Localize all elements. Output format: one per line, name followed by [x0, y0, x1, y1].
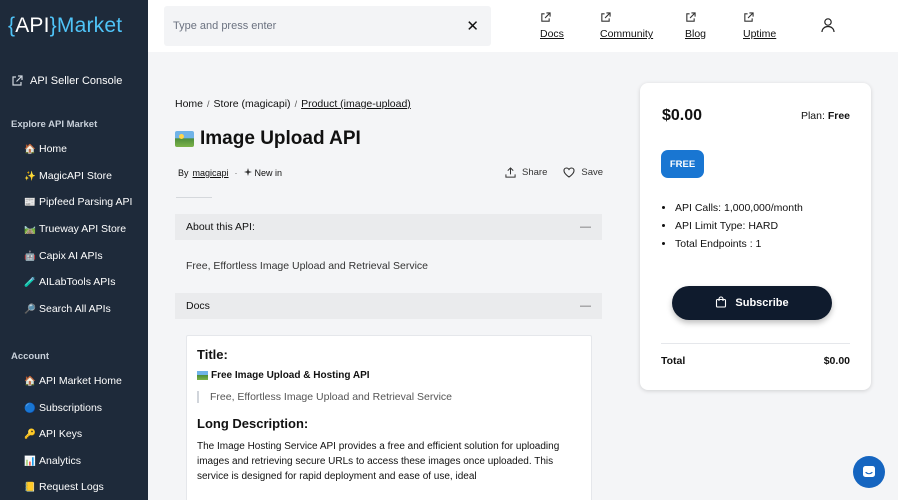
share-button[interactable]: Share: [505, 167, 547, 178]
total-label: Total: [661, 355, 686, 367]
sidebar-item-seller-console[interactable]: API Seller Console: [11, 75, 122, 87]
share-icon: [505, 167, 516, 178]
byline: By magicapi · New in: [178, 168, 283, 178]
top-bar: ✕ Docs Community Blog Uptime: [148, 0, 898, 52]
divider: [661, 343, 850, 344]
save-button[interactable]: Save: [563, 167, 603, 178]
sidebar: {API} Market API Seller Console Explore A…: [0, 0, 148, 500]
chat-icon: [863, 466, 875, 477]
account-heading: Account: [11, 351, 49, 362]
heart-icon: [563, 167, 575, 178]
sidebar-item-pipfeed[interactable]: 📰 Pipfeed Parsing API: [24, 196, 132, 208]
docs-subtitle: Free Image Upload & Hosting API: [197, 370, 581, 381]
logo[interactable]: {API} Market: [0, 0, 148, 52]
nav-link-community[interactable]: Community: [600, 12, 653, 40]
page-title: Image Upload API: [175, 128, 361, 150]
sidebar-item-magicapi-store[interactable]: ✨ MagicAPI Store: [24, 170, 112, 182]
external-link-icon: [11, 75, 23, 87]
clear-search-icon[interactable]: ✕: [466, 19, 479, 34]
price: $0.00: [662, 107, 703, 124]
pricing-card: $0.00 Plan: Free FREE API Calls: 1,000,0…: [640, 83, 871, 390]
subscribe-button[interactable]: Subscribe: [672, 286, 832, 320]
search-input[interactable]: [173, 20, 467, 32]
docs-long-text: The Image Hosting Service API provides a…: [197, 441, 560, 482]
sidebar-item-analytics[interactable]: 📊 Analytics: [24, 455, 81, 467]
nav-link-uptime[interactable]: Uptime: [743, 12, 776, 40]
docs-quote: Free, Effortless Image Upload and Retrie…: [197, 391, 581, 403]
breadcrumb-home[interactable]: Home: [175, 98, 203, 110]
about-accordion-header[interactable]: About this API: —: [175, 214, 602, 240]
sidebar-item-market-home[interactable]: 🏠 API Market Home: [24, 375, 122, 387]
sidebar-item-ailabtools[interactable]: 🧪 AILabTools APIs: [24, 276, 115, 288]
about-text: Free, Effortless Image Upload and Retrie…: [186, 260, 429, 272]
breadcrumb: Home / Store (magicapi) / Product (image…: [175, 98, 411, 110]
chat-launcher-button[interactable]: [853, 456, 885, 488]
author-link[interactable]: magicapi: [193, 168, 229, 178]
sidebar-item-request-logs[interactable]: 📒 Request Logs: [24, 481, 104, 493]
docs-title-heading: Title:: [197, 347, 228, 362]
divider: [176, 197, 212, 198]
docs-long-heading: Long Description:: [197, 416, 309, 431]
search-box: ✕: [164, 6, 491, 46]
external-link-icon: [685, 12, 696, 26]
shopping-bag-icon: [715, 295, 727, 311]
breadcrumb-current[interactable]: Product (image-upload): [301, 98, 411, 110]
plan-label: Plan: Free: [800, 110, 850, 122]
sidebar-item-trueway[interactable]: 🛤️ Trueway API Store: [24, 223, 126, 235]
product-actions: Share Save: [505, 167, 619, 178]
landscape-image-icon: [197, 371, 208, 380]
total-value: $0.00: [823, 355, 850, 367]
collapse-icon[interactable]: —: [580, 300, 591, 312]
external-link-icon: [600, 12, 611, 26]
nav-link-blog[interactable]: Blog: [685, 12, 706, 40]
nav-link-docs[interactable]: Docs: [540, 12, 564, 40]
external-link-icon: [743, 12, 754, 26]
landscape-image-icon: [175, 131, 194, 147]
docs-accordion-header[interactable]: Docs —: [175, 293, 602, 319]
plan-features: API Calls: 1,000,000/month API Limit Typ…: [675, 202, 803, 256]
free-plan-badge[interactable]: FREE: [661, 150, 704, 178]
breadcrumb-store[interactable]: Store (magicapi): [214, 98, 291, 110]
sidebar-item-home[interactable]: 🏠 Home: [24, 143, 67, 155]
sidebar-item-api-keys[interactable]: 🔑 API Keys: [24, 428, 82, 440]
user-icon[interactable]: [820, 17, 836, 33]
sidebar-item-search-all[interactable]: 🔎 Search All APIs: [24, 303, 111, 315]
new-in-label: New in: [254, 168, 283, 178]
feature-item: Total Endpoints : 1: [675, 238, 803, 250]
collapse-icon[interactable]: —: [580, 221, 591, 233]
explore-heading: Explore API Market: [11, 119, 98, 130]
sparkle-icon: [243, 168, 252, 178]
sidebar-item-capix[interactable]: 🤖 Capix AI APIs: [24, 250, 103, 262]
docs-content: Title: Free Image Upload & Hosting API F…: [186, 335, 592, 500]
feature-item: API Limit Type: HARD: [675, 220, 803, 232]
external-link-icon: [540, 12, 551, 26]
sidebar-item-subscriptions[interactable]: 🔵 Subscriptions: [24, 402, 102, 414]
feature-item: API Calls: 1,000,000/month: [675, 202, 803, 214]
